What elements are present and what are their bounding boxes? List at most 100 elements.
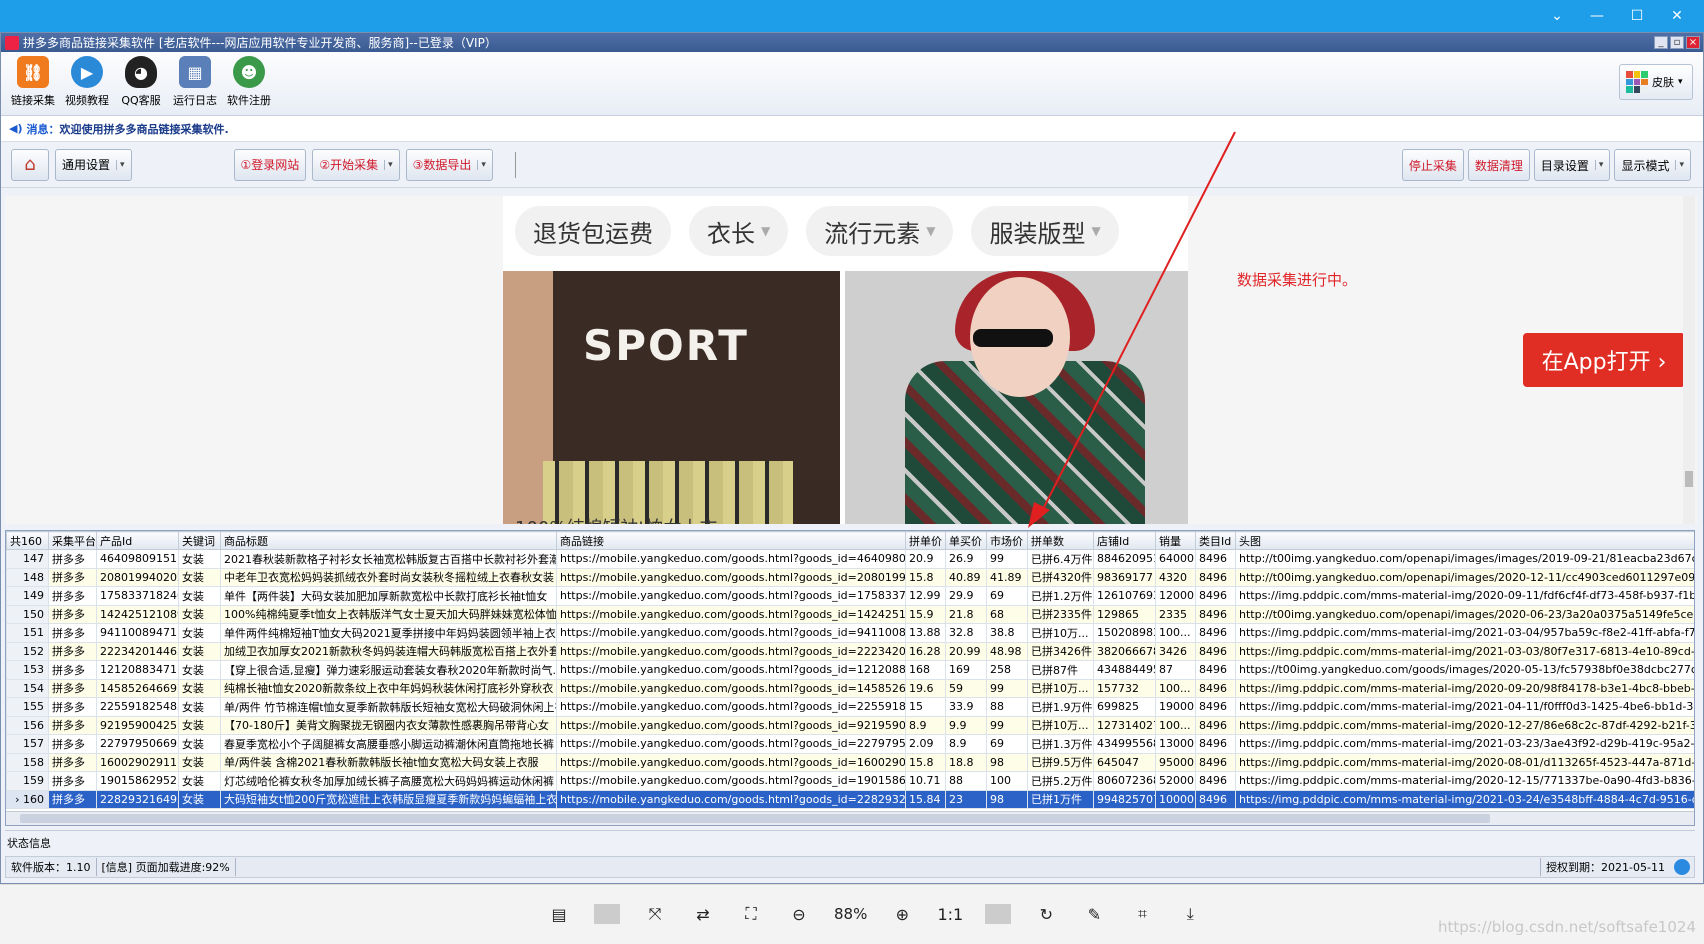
table-cell: 拼多多 xyxy=(48,641,97,661)
close-icon[interactable]: ✕ xyxy=(1664,6,1690,26)
download-icon[interactable]: ⤓ xyxy=(1177,901,1203,927)
table-row[interactable]: 148 拼多多 208019940202 女装 中老年卫衣宽松妈妈装抓绒衣外套时尚女装秋… xyxy=(6,567,1694,587)
table-row[interactable]: 154 拼多多 145852646697 女装 纯棉长袖t恤女2020新款条纹上衣中年妈… xyxy=(6,678,1694,698)
login-site-button[interactable]: ①登录网站 xyxy=(233,148,307,181)
start-collect-button[interactable]: ②开始采集 ▾ xyxy=(312,148,400,181)
table-cell: 单/两件 竹节棉连帽t恤女夏季新款韩版长短袖女宽松大码破洞休闲上衣 xyxy=(220,697,557,717)
table-row[interactable]: 153 拼多多 121208834711 女装 【穿上很合适,显瘦】弹力速彩服运动套装女… xyxy=(6,660,1694,680)
ribbon-register[interactable]: ☻ 软件注册 xyxy=(223,56,275,108)
ribbon-run-log[interactable]: ▦ 运行日志 xyxy=(169,56,221,108)
table-row[interactable]: 157 拼多多 227979506695 女装 春夏季宽松小个子阔腿裤女高腰垂感小脚运动… xyxy=(6,734,1694,754)
edit-icon[interactable]: ✎ xyxy=(1081,901,1107,927)
maximize-icon[interactable]: ☐ xyxy=(1624,6,1650,26)
skin-button[interactable]: 皮肤 ▾ xyxy=(1619,64,1693,100)
table-row[interactable]: 150 拼多多 142425121089 女装 100%纯棉纯夏季t恤女上衣韩版洋气女士… xyxy=(6,604,1694,624)
actual-size-icon[interactable]: 1:1 xyxy=(937,901,963,927)
column-header[interactable]: 产品Id xyxy=(96,531,179,550)
stop-collect-button[interactable]: 停止采集 xyxy=(1401,149,1464,181)
product-image-sport-tshirt[interactable]: SPORT xyxy=(503,271,840,524)
column-header[interactable]: 店铺Id xyxy=(1093,531,1156,550)
app-close-button[interactable]: × xyxy=(1686,36,1700,49)
table-cell: 41.89 xyxy=(986,567,1028,587)
table-cell: 2021春秋装新款格子衬衫女长袖宽松韩版复古百搭中长款衬衫外套潮 xyxy=(220,549,557,569)
table-cell: 15.8 xyxy=(905,752,946,772)
table-cell: 已拼10万... xyxy=(1027,715,1094,735)
table-cell: 99 xyxy=(986,715,1028,735)
display-mode-button[interactable]: 显示模式 ▾ xyxy=(1614,149,1691,181)
table-cell: 拼多多 xyxy=(48,586,97,606)
data-clear-button[interactable]: 数据清理 xyxy=(1467,149,1530,181)
table-row[interactable]: 155 拼多多 225591825483 女装 单/两件 竹节棉连帽t恤女夏季新款韩版长… xyxy=(6,697,1694,717)
scroll-thumb[interactable] xyxy=(20,814,1490,823)
zoom-in-icon[interactable]: ⊕ xyxy=(889,901,915,927)
crop-icon[interactable]: ⌗ xyxy=(1129,901,1155,927)
app-statusbar: 软件版本：1.10 [信息] 页面加载进度:92% 授权到期：2021-05-1… xyxy=(5,856,1695,878)
table-cell: 女装 xyxy=(178,752,221,772)
app-minimize-button[interactable]: _ xyxy=(1654,36,1668,49)
table-cell: 98369177 xyxy=(1093,567,1156,587)
grid-horizontal-scrollbar[interactable] xyxy=(6,811,1694,825)
open-in-app-button[interactable]: 在App打开 › xyxy=(1523,333,1685,387)
column-header[interactable]: 采集平台 xyxy=(48,531,97,550)
globe-icon[interactable] xyxy=(1674,859,1690,875)
gallery-icon[interactable]: ▤ xyxy=(546,901,572,927)
table-cell: 159 xyxy=(6,771,49,791)
general-settings-button[interactable]: 通用设置 ▾ xyxy=(55,148,132,181)
fullscreen-icon[interactable]: ⛶ xyxy=(738,901,764,927)
home-button[interactable]: ⌂ xyxy=(11,148,49,181)
filter-tag[interactable]: 服装版型 ▼ xyxy=(971,206,1119,256)
column-header[interactable]: 商品链接 xyxy=(556,531,906,550)
column-header[interactable]: 销量 xyxy=(1155,531,1196,550)
table-cell: 23 xyxy=(945,789,987,809)
table-row[interactable]: 151 拼多多 94110089471 女装 单件两件纯棉短袖T恤女大码2021夏季拼接… xyxy=(6,623,1694,643)
scroll-thumb[interactable] xyxy=(1685,471,1693,487)
table-row[interactable]: 159 拼多多 190158629521 女装 灯芯绒哈伦裤女秋冬加厚加绒长裤子高腰宽松… xyxy=(6,771,1694,791)
table-cell: 10.71 xyxy=(905,771,946,791)
table-cell: 拼多多 xyxy=(48,604,97,624)
filter-tag-label: 衣长 xyxy=(707,219,755,248)
filter-tag[interactable]: 退货包运费 xyxy=(515,206,671,256)
table-row[interactable]: 149 拼多多 175833718246 女装 单件【两件装】大码女装加肥加厚新款宽松中… xyxy=(6,586,1694,606)
browser-scrollbar[interactable] xyxy=(1683,196,1695,524)
ribbon-link-collect[interactable]: ⛓ 链接采集 xyxy=(7,56,59,108)
table-cell: 94110089471 xyxy=(96,623,179,643)
zoom-out-icon[interactable]: ⊖ xyxy=(786,901,812,927)
table-cell: 92195900425 xyxy=(96,715,179,735)
product-image-plaid-jacket[interactable] xyxy=(845,271,1188,524)
column-header[interactable]: 类目Id xyxy=(1195,531,1236,550)
ribbon-video-tutorial[interactable]: ▶ 视频教程 xyxy=(61,56,113,108)
chevron-down-icon: ▾ xyxy=(116,159,125,170)
column-header[interactable]: 单买价 xyxy=(945,531,987,550)
dir-settings-button[interactable]: 目录设置 ▾ xyxy=(1533,149,1611,181)
table-cell: 已拼9.5万件 xyxy=(1027,752,1094,772)
table-cell: 已拼5.2万件 xyxy=(1027,771,1094,791)
column-header[interactable]: 关键词 xyxy=(178,531,221,550)
chevron-down-icon[interactable]: ⌄ xyxy=(1544,6,1570,26)
results-grid[interactable]: 共160 采集平台 产品Id 关键词 商品标题 商品链接 拼单价 单买价 市场价 拼单数 店铺Id 销… xyxy=(5,530,1695,826)
table-cell: https://img.pddpic.com/mms-material-img/… xyxy=(1235,715,1694,735)
table-row[interactable]: 156 拼多多 92195900425 女装 【70-180斤】美背文胸聚拢无钢圈内衣女… xyxy=(6,715,1694,735)
filter-tag[interactable]: 衣长 ▼ xyxy=(689,206,789,256)
table-row[interactable]: 158 拼多多 160029029117 女装 单/两件装 含棉2021春秋新款韩版长袖… xyxy=(6,752,1694,772)
data-export-button[interactable]: ③数据导出 ▾ xyxy=(405,148,493,181)
column-header[interactable]: 拼单数 xyxy=(1027,531,1094,550)
fit-screen-icon[interactable]: ⤧ xyxy=(642,901,668,927)
table-cell: 168 xyxy=(905,660,946,680)
status-info-label: 状态信息 xyxy=(7,837,51,850)
translate-icon[interactable]: ⇄ xyxy=(690,901,716,927)
column-header[interactable]: 共160 xyxy=(6,531,49,550)
column-header[interactable]: 市场价 xyxy=(986,531,1028,550)
column-header[interactable]: 拼单价 xyxy=(905,531,946,550)
column-header[interactable]: 头图 xyxy=(1235,531,1694,550)
ribbon-qq-service[interactable]: ◕ QQ客服 xyxy=(115,56,167,108)
minimize-icon[interactable]: — xyxy=(1584,6,1610,26)
table-cell: 142425121089 xyxy=(96,604,179,624)
table-cell: 8496 xyxy=(1195,789,1236,809)
table-row[interactable]: 147 拼多多 46409809151 女装 2021春秋装新款格子衬衫女长袖宽松韩版复… xyxy=(6,549,1694,569)
table-row[interactable]: 152 拼多多 222342014465 女装 加绒卫衣加厚女2021新款秋冬妈妈装连帽… xyxy=(6,641,1694,661)
rotate-icon[interactable]: ↻ xyxy=(1033,901,1059,927)
filter-tag[interactable]: 流行元素 ▼ xyxy=(806,206,954,256)
table-row[interactable]: › 160 拼多多 228293216495 女装 大码短袖女t恤200斤宽松遮肚上衣韩… xyxy=(6,789,1694,809)
app-restore-button[interactable]: ▫ xyxy=(1670,36,1684,49)
column-header[interactable]: 商品标题 xyxy=(220,531,557,550)
